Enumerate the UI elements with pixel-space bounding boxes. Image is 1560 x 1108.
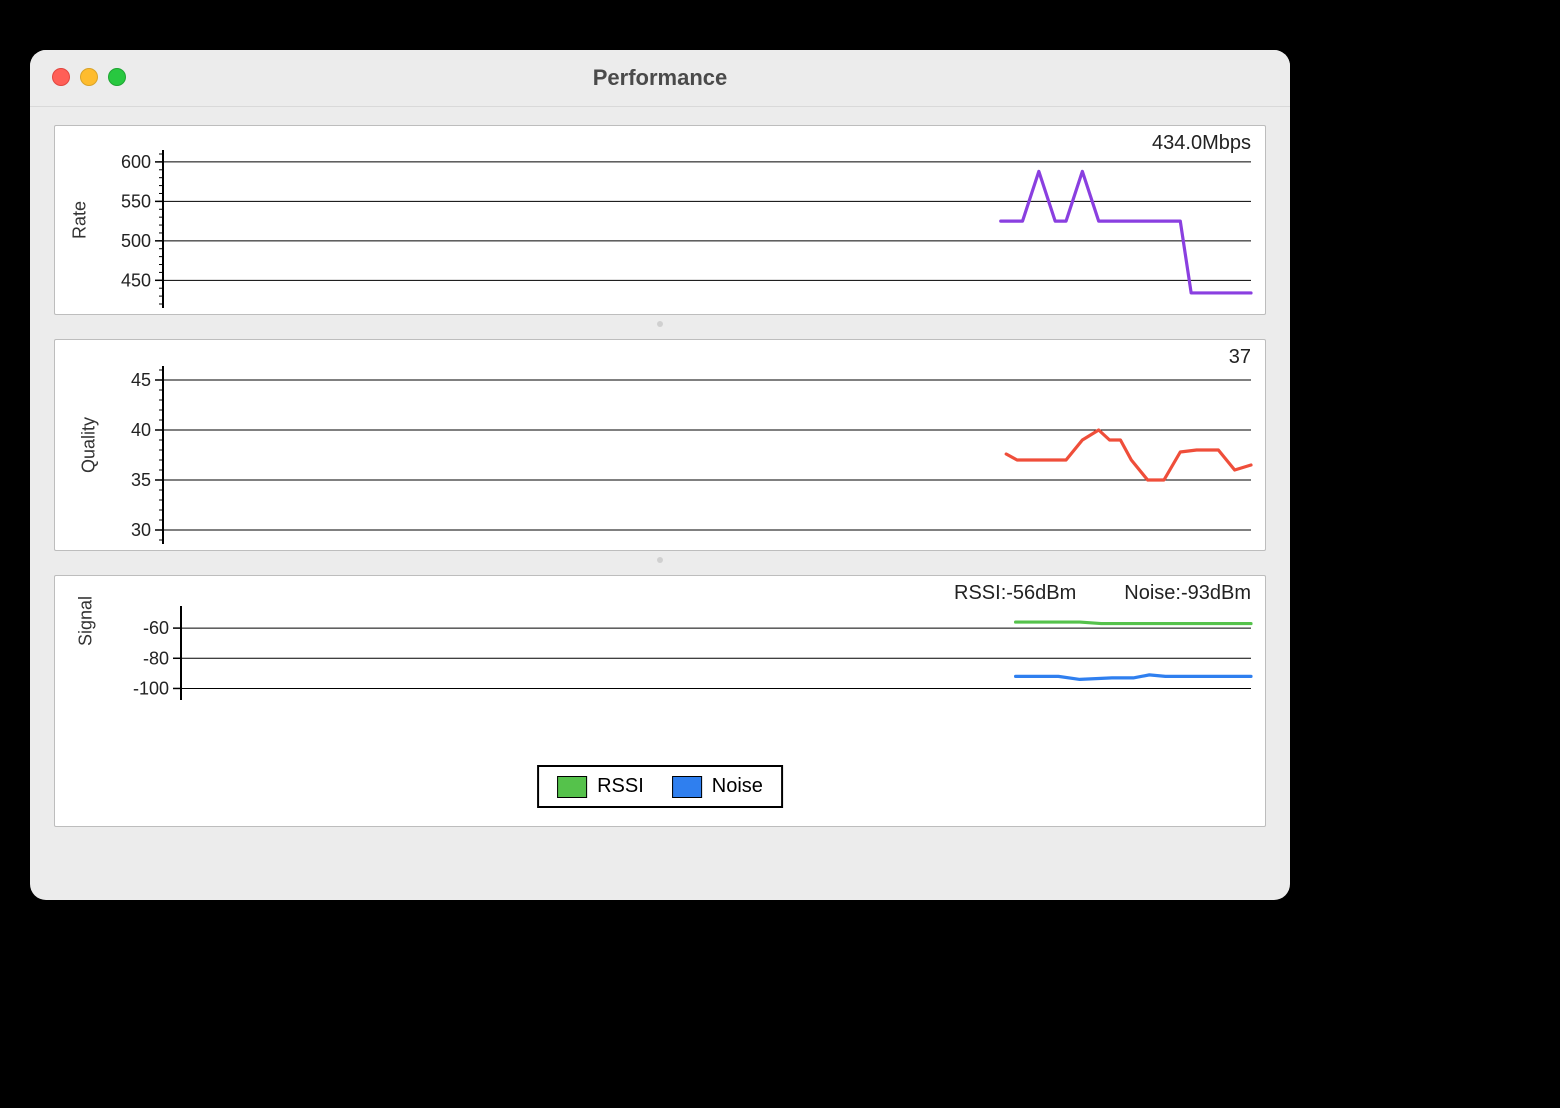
titlebar[interactable]: Performance <box>30 50 1290 107</box>
performance-window: Performance Rate 434.0Mbps 450 500 550 600 … <box>30 50 1290 900</box>
svg-text:35: 35 <box>131 470 151 490</box>
signal-current-values: RSSI:-56dBm Noise:-93dBm <box>954 582 1251 605</box>
rate-current-value: 434.0Mbps <box>1152 132 1251 155</box>
window-title: Performance <box>30 65 1290 91</box>
svg-text:40: 40 <box>131 420 151 440</box>
quality-chart: 30 35 40 45 <box>55 340 1265 550</box>
svg-text:-60: -60 <box>143 618 169 638</box>
divider-dot-icon[interactable] <box>657 321 663 327</box>
quality-panel: Quality 37 30 35 40 45 <box>54 339 1266 551</box>
signal-ylabel: Signal <box>76 596 97 646</box>
rate-ylabel: Rate <box>70 201 91 239</box>
rate-panel: Rate 434.0Mbps 450 500 550 600 <box>54 125 1266 315</box>
signal-legend: RSSI Noise <box>537 765 783 808</box>
signal-panel: Signal RSSI:-56dBm Noise:-93dBm -60 -80 -1… <box>54 575 1266 827</box>
svg-text:30: 30 <box>131 520 151 540</box>
legend-label: RSSI <box>597 775 644 798</box>
minimize-icon[interactable] <box>80 68 98 86</box>
svg-text:450: 450 <box>121 270 151 290</box>
svg-text:-80: -80 <box>143 648 169 668</box>
legend-item-rssi: RSSI <box>557 775 644 798</box>
content-area: Rate 434.0Mbps 450 500 550 600 Quality 37 3… <box>30 107 1290 851</box>
noise-value: Noise:-93dBm <box>1124 582 1251 605</box>
quality-ylabel: Quality <box>79 417 100 473</box>
rssi-swatch-icon <box>557 776 587 798</box>
close-icon[interactable] <box>52 68 70 86</box>
rate-chart: 450 500 550 600 <box>55 126 1265 314</box>
quality-current-value: 37 <box>1229 346 1251 369</box>
svg-text:-100: -100 <box>133 678 169 698</box>
window-controls <box>52 68 126 86</box>
svg-text:600: 600 <box>121 152 151 172</box>
svg-text:45: 45 <box>131 370 151 390</box>
svg-text:500: 500 <box>121 231 151 251</box>
rssi-value: RSSI:-56dBm <box>954 582 1076 605</box>
svg-text:550: 550 <box>121 191 151 211</box>
legend-label: Noise <box>712 775 763 798</box>
noise-swatch-icon <box>672 776 702 798</box>
zoom-icon[interactable] <box>108 68 126 86</box>
legend-item-noise: Noise <box>672 775 763 798</box>
divider-dot-icon[interactable] <box>657 557 663 563</box>
